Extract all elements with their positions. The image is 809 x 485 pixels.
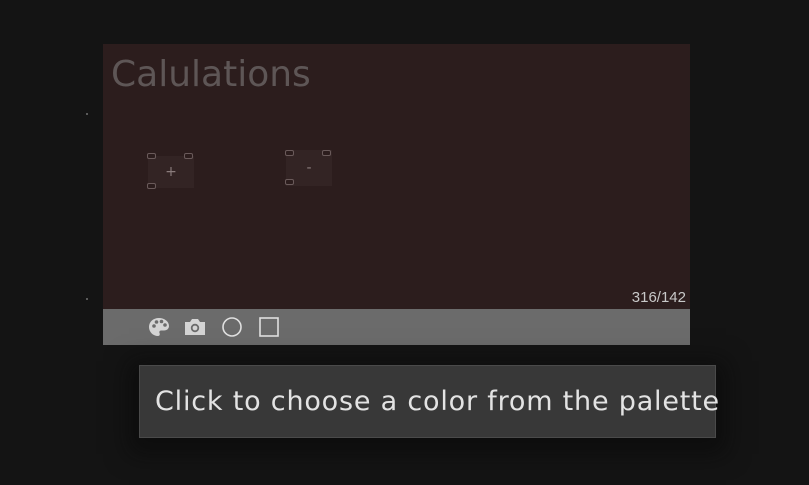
output-port[interactable] — [322, 150, 331, 156]
input-port[interactable] — [285, 150, 294, 156]
screenshot-button[interactable] — [183, 316, 207, 338]
input-port[interactable] — [285, 179, 294, 185]
input-port[interactable] — [147, 153, 156, 159]
add-node-label: + — [165, 164, 177, 180]
group-frame[interactable]: Calulations + - 316/142 — [103, 44, 690, 345]
palette-icon — [149, 318, 169, 336]
tooltip: Click to choose a color from the palette — [139, 365, 719, 438]
square-shape-button[interactable] — [257, 316, 281, 338]
input-port[interactable] — [147, 183, 156, 189]
output-port[interactable] — [184, 153, 193, 159]
square-icon — [259, 317, 279, 337]
group-title[interactable]: Calulations — [111, 54, 311, 95]
circle-icon — [222, 317, 242, 337]
grid-dot — [86, 298, 88, 300]
camera-icon — [185, 319, 205, 335]
circle-shape-button[interactable] — [220, 316, 244, 338]
palette-button[interactable] — [147, 316, 171, 338]
tooltip-text: Click to choose a color from the palette — [155, 386, 720, 417]
node-editor-canvas[interactable]: Calulations + - 316/142 Click to choose … — [0, 0, 809, 485]
group-size-readout: 316/142 — [631, 289, 686, 306]
grid-dot — [86, 113, 88, 115]
group-toolbar — [103, 309, 690, 345]
subtract-node-label: - — [306, 160, 312, 176]
